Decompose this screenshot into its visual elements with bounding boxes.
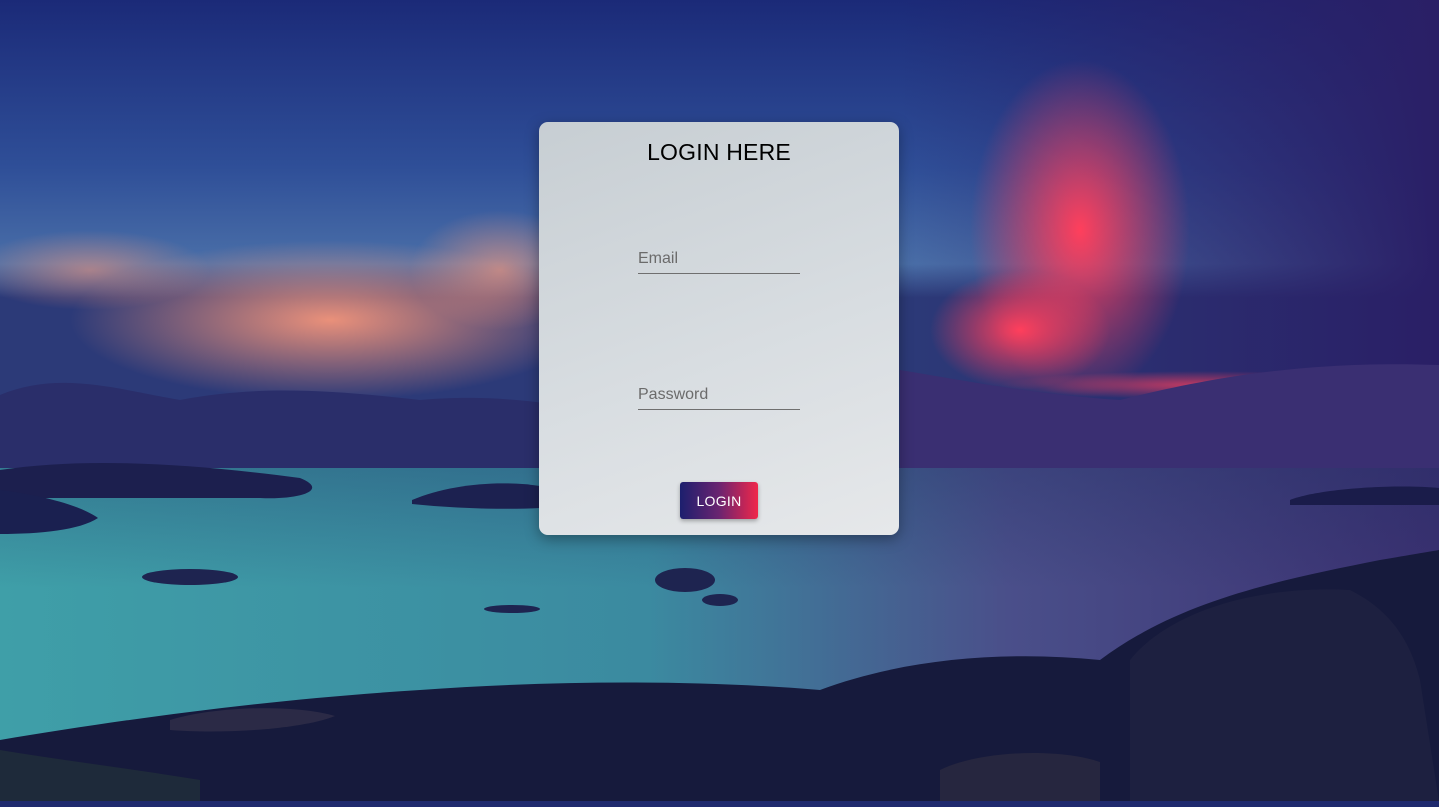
- password-input[interactable]: [638, 381, 800, 410]
- login-card: LOGIN HERE LOGIN: [539, 122, 899, 535]
- login-title: LOGIN HERE: [647, 139, 791, 165]
- email-input[interactable]: [638, 245, 800, 274]
- bottom-bar: [0, 801, 1439, 807]
- login-button[interactable]: LOGIN: [680, 482, 758, 519]
